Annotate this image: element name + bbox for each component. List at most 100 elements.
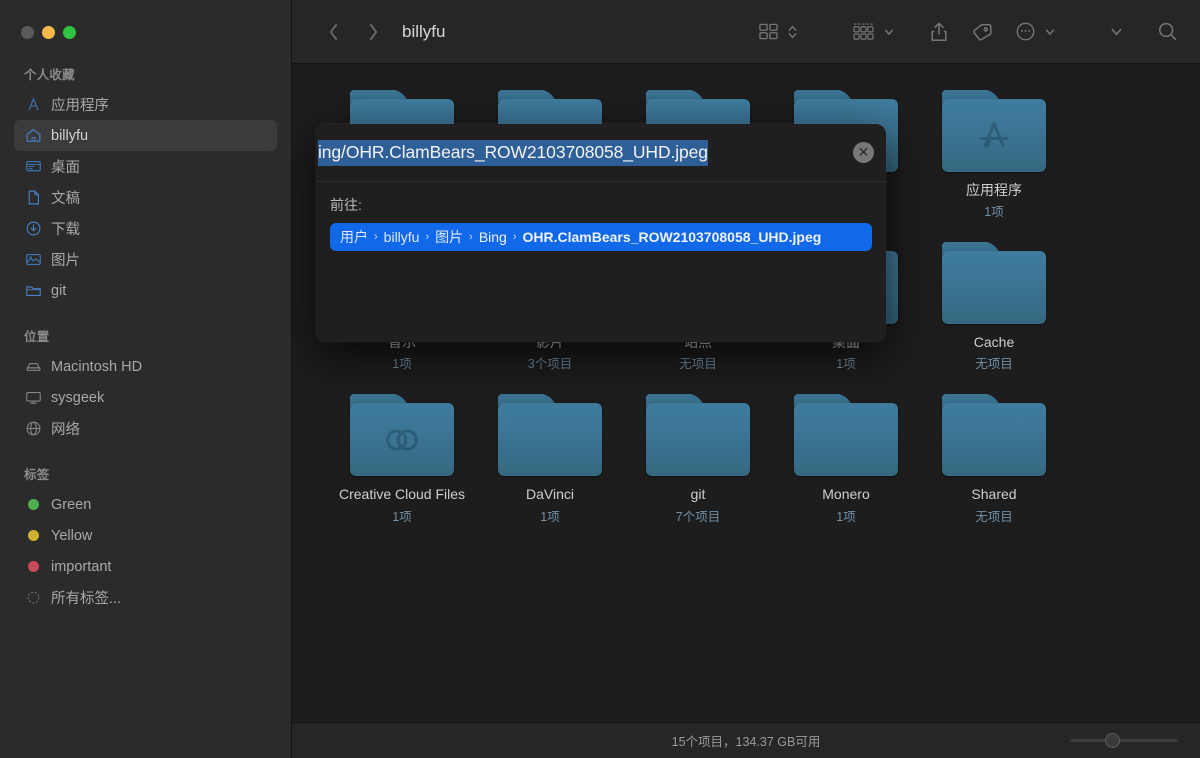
- grid-item-monero[interactable]: Monero 1项: [772, 394, 920, 524]
- file-grid-container: 文稿 下载 图片 公共: [292, 64, 1200, 722]
- page-title: billyfu: [402, 21, 446, 41]
- sidebar: 个人收藏 应用程序 billyfu 桌面 文稿 下载 图片 git 位置 Mac…: [0, 0, 292, 758]
- folder-icon: [350, 394, 454, 477]
- item-meta: 1项: [540, 509, 560, 524]
- tag-icon[interactable]: [967, 16, 997, 48]
- folder-icon: [24, 282, 42, 300]
- close-window-button[interactable]: [21, 25, 34, 39]
- sidebar-item-tag-important[interactable]: important: [14, 551, 277, 582]
- sidebar-item-macintosh-hd[interactable]: Macintosh HD: [14, 351, 277, 382]
- slider-track: [1070, 739, 1178, 742]
- chevron-down-icon[interactable]: [879, 16, 899, 48]
- go-to-field-row: ing/OHR.ClamBears_ROW2103708058_UHD.jpeg…: [316, 124, 886, 182]
- folder-icon: [942, 242, 1046, 325]
- slider-thumb[interactable]: [1104, 733, 1120, 748]
- item-meta: 7个项目: [675, 509, 721, 524]
- share-icon[interactable]: [925, 16, 953, 48]
- grid-item-applications[interactable]: 应用程序 1项: [920, 90, 1068, 220]
- more-circle-icon[interactable]: [1011, 16, 1040, 48]
- grid-item-git[interactable]: git 7个项目: [624, 394, 772, 524]
- forward-button[interactable]: [358, 17, 388, 47]
- main-pane: billyfu 音乐 1项 影片 3个项目 站点 无项目 桌面 1项 Cache…: [292, 0, 1200, 758]
- sidebar-item-network[interactable]: 网络: [14, 413, 277, 444]
- tag-dot-icon: [24, 527, 42, 545]
- sidebar-item-documents[interactable]: 文稿: [14, 182, 277, 213]
- go-to-suggestion-row[interactable]: 用户 › billyfu › 图片 › Bing › OHR.ClamBears…: [330, 223, 872, 251]
- sidebar-section-title: 位置: [24, 330, 50, 344]
- back-button[interactable]: [318, 17, 348, 47]
- sidebar-section-tags: 标签 Green Yellow important 所有标签...: [0, 444, 291, 613]
- sidebar-item-label: billyfu: [51, 127, 89, 144]
- breadcrumb-segment-filename: OHR.ClamBears_ROW2103708058_UHD.jpeg: [522, 229, 822, 245]
- grid-item-creative-cloud-files[interactable]: Creative Cloud Files 1项: [328, 394, 476, 524]
- item-meta: 1项: [984, 205, 1004, 220]
- breadcrumb-segment: 图片: [435, 229, 464, 245]
- grid-item-cache[interactable]: Cache 无项目: [920, 242, 1068, 372]
- sidebar-item-applications[interactable]: 应用程序: [14, 89, 277, 120]
- breadcrumb-separator-icon: ›: [469, 231, 473, 243]
- sidebar-item-all-tags[interactable]: 所有标签...: [14, 582, 277, 613]
- maximize-window-button[interactable]: [63, 25, 76, 39]
- chevron-down-icon[interactable]: [1040, 16, 1060, 48]
- folder-icon: [942, 394, 1046, 477]
- sidebar-section-title: 标签: [24, 468, 50, 482]
- item-meta: 无项目: [975, 509, 1013, 524]
- icon-size-slider[interactable]: [1070, 733, 1178, 749]
- folder-icon: [498, 394, 602, 477]
- item-meta: 无项目: [975, 357, 1013, 372]
- status-text: 15个项目，134.37 GB可用: [671, 735, 821, 749]
- folder-icon: [646, 394, 750, 477]
- sidebar-item-label: Green: [51, 496, 92, 513]
- overflow-chevron-down-icon[interactable]: [1106, 16, 1127, 48]
- chevron-updown-icon[interactable]: [783, 16, 802, 48]
- sidebar-item-billyfu[interactable]: billyfu: [14, 120, 277, 151]
- sidebar-item-pictures[interactable]: 图片: [14, 244, 277, 275]
- go-to-path-input[interactable]: ing/OHR.ClamBears_ROW2103708058_UHD.jpeg: [316, 138, 845, 168]
- sidebar-section-favorites: 个人收藏 应用程序 billyfu 桌面 文稿 下载 图片 git: [0, 64, 291, 306]
- grid-view-icon[interactable]: [754, 16, 783, 48]
- sidebar-item-git[interactable]: git: [14, 275, 277, 306]
- status-bar: 15个项目，134.37 GB可用: [292, 722, 1200, 758]
- sidebar-item-label: sysgeek: [51, 389, 105, 406]
- item-name: Shared: [971, 486, 1017, 503]
- item-name: git: [690, 486, 706, 503]
- creativecloud-icon: [381, 419, 423, 461]
- tag-dot-icon: [24, 558, 42, 576]
- toolbar: billyfu: [292, 0, 1200, 64]
- sidebar-item-downloads[interactable]: 下载: [14, 213, 277, 244]
- sidebar-item-label: 桌面: [51, 160, 80, 176]
- sidebar-item-tag-yellow[interactable]: Yellow: [14, 520, 277, 551]
- minimize-window-button[interactable]: [42, 25, 55, 39]
- breadcrumb-separator-icon: ›: [374, 231, 378, 243]
- item-meta: 1项: [836, 357, 856, 372]
- sidebar-item-label: Macintosh HD: [51, 358, 143, 375]
- folder-icon: [794, 394, 898, 477]
- item-name: Creative Cloud Files: [338, 486, 466, 503]
- clear-input-button[interactable]: ✕: [853, 142, 874, 163]
- item-meta: 3个项目: [527, 357, 573, 372]
- sidebar-item-label: 网络: [51, 422, 80, 438]
- sidebar-item-tag-green[interactable]: Green: [14, 489, 277, 520]
- go-to-prompt-label: 前往:: [330, 197, 362, 213]
- search-icon[interactable]: [1153, 16, 1182, 48]
- item-name: DaVinci: [526, 486, 574, 503]
- sidebar-item-label: 所有标签...: [51, 591, 122, 607]
- sidebar-item-sysgeek[interactable]: sysgeek: [14, 382, 277, 413]
- breadcrumb-segment: 用户: [340, 229, 368, 245]
- home-icon: [24, 127, 42, 145]
- sidebar-item-label: 文稿: [51, 191, 80, 207]
- pictures-icon: [24, 251, 42, 269]
- item-name: Cache: [973, 334, 1015, 351]
- go-to-path-input-value: ing/OHR.ClamBears_ROW2103708058_UHD.jpeg: [318, 139, 708, 166]
- group-by-icon[interactable]: [848, 16, 879, 48]
- item-meta: 1项: [836, 509, 856, 524]
- sidebar-section-locations: 位置 Macintosh HD sysgeek 网络: [0, 306, 291, 444]
- sidebar-item-desktop[interactable]: 桌面: [14, 151, 277, 182]
- grid-item-shared[interactable]: Shared 无项目: [920, 394, 1068, 524]
- all-tags-icon: [24, 589, 42, 607]
- sidebar-item-label: 下载: [51, 222, 80, 238]
- display-icon: [24, 389, 42, 407]
- grid-item-davinci[interactable]: DaVinci 1项: [476, 394, 624, 524]
- go-to-folder-dialog: ing/OHR.ClamBears_ROW2103708058_UHD.jpeg…: [316, 124, 886, 342]
- downloads-icon: [24, 220, 42, 238]
